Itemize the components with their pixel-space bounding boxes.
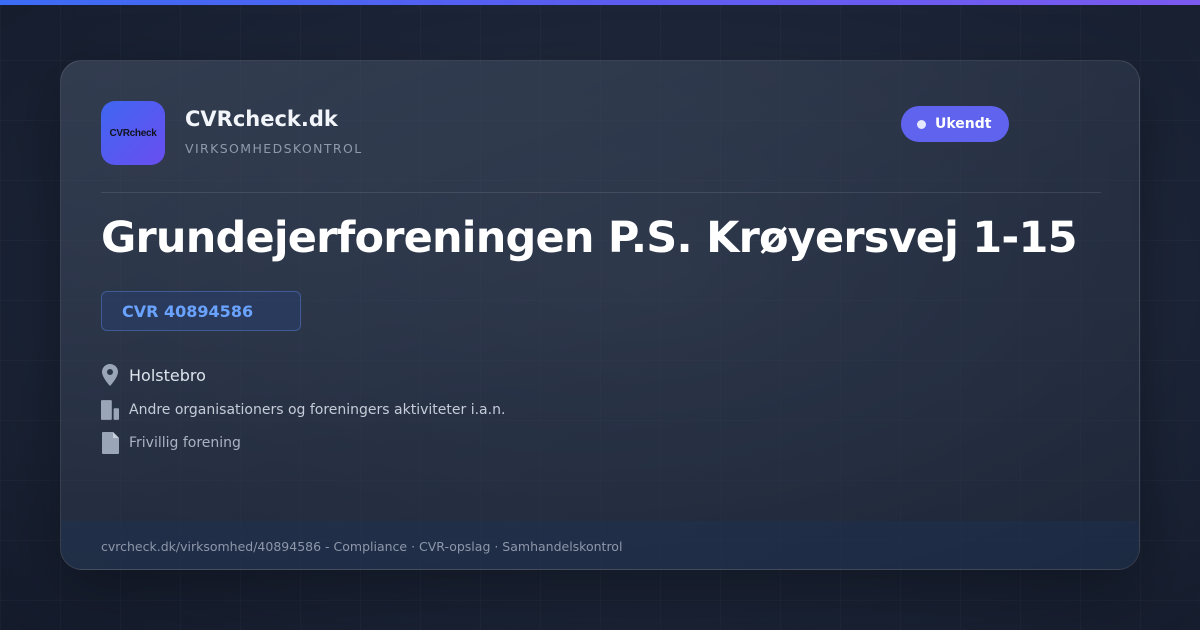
company-card: CVRcheck CVRcheck.dk VIRKSOMHEDSKONTROL … bbox=[60, 60, 1140, 570]
detail-row-industry: Andre organisationers og foreningers akt… bbox=[101, 399, 505, 421]
footer-text: cvrcheck.dk/virksomhed/40894586 - Compli… bbox=[101, 539, 623, 554]
header-divider bbox=[101, 192, 1101, 193]
document-icon bbox=[101, 432, 119, 454]
brand-subtitle: VIRKSOMHEDSKONTROL bbox=[185, 141, 363, 156]
top-accent-bar bbox=[0, 0, 1200, 5]
status-label: Ukendt bbox=[935, 116, 992, 132]
cvr-badge: CVR 40894586 bbox=[101, 291, 301, 331]
map-pin-icon bbox=[101, 364, 119, 386]
brand-logo: CVRcheck bbox=[101, 101, 165, 165]
industry-text: Andre organisationers og foreningers akt… bbox=[129, 402, 506, 418]
cvr-number: CVR 40894586 bbox=[122, 301, 254, 321]
og-image-canvas: CVRcheck CVRcheck.dk VIRKSOMHEDSKONTROL … bbox=[0, 0, 1200, 630]
brand-name: CVRcheck.dk bbox=[185, 107, 338, 131]
brand-logo-text: CVRcheck bbox=[109, 127, 157, 139]
status-badge: Ukendt bbox=[901, 106, 1010, 142]
company-type-text: Frivillig forening bbox=[129, 435, 241, 451]
company-name: Grundejerforeningen P.S. Krøyersvej 1-15 bbox=[101, 213, 1077, 263]
detail-row-company-type: Frivillig forening bbox=[101, 432, 241, 454]
status-dot-icon bbox=[917, 119, 926, 129]
detail-row-city: Holstebro bbox=[101, 364, 206, 386]
city-text: Holstebro bbox=[129, 365, 206, 385]
building-icon bbox=[101, 399, 119, 421]
